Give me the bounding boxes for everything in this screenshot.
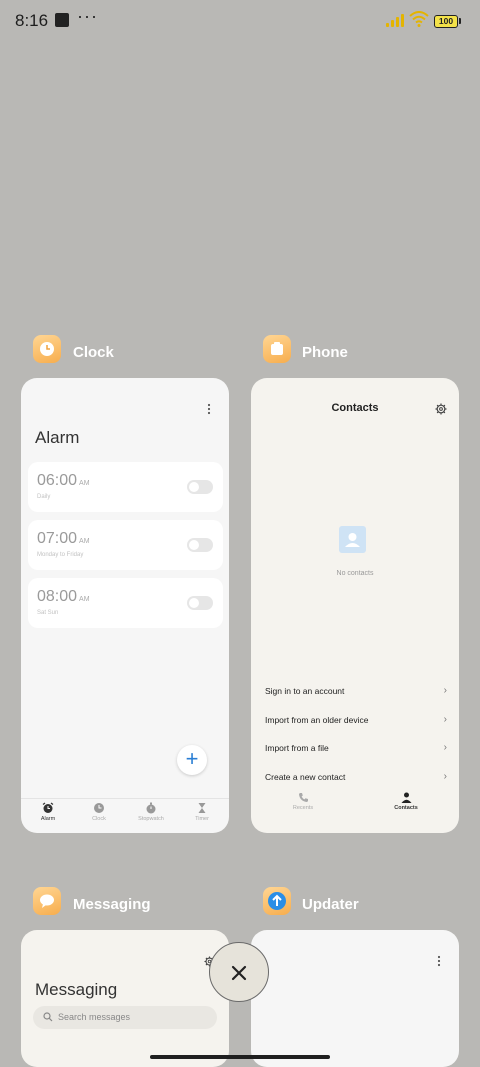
messaging-app-name: Messaging bbox=[73, 896, 151, 913]
search-icon bbox=[43, 1012, 53, 1022]
add-alarm-button[interactable]: + bbox=[177, 745, 207, 775]
stopwatch-icon bbox=[146, 802, 156, 814]
person-icon bbox=[401, 792, 411, 803]
nav-timer-label: Timer bbox=[195, 816, 209, 822]
chevron-right-icon: › bbox=[443, 714, 447, 725]
nav-stopwatch[interactable]: Stopwatch bbox=[131, 802, 171, 822]
chevron-right-icon: › bbox=[443, 685, 447, 696]
alarm-repeat: Sat Sun bbox=[37, 610, 59, 616]
nav-clock-label: Clock bbox=[92, 816, 106, 822]
contacts-title: Contacts bbox=[331, 402, 379, 414]
alarm-repeat: Monday to Friday bbox=[37, 552, 84, 558]
battery-icon: 100 bbox=[434, 15, 458, 28]
search-placeholder: Search messages bbox=[58, 1012, 131, 1022]
create-contact-link[interactable]: Create a new contact › bbox=[265, 771, 447, 788]
updater-app-icon[interactable] bbox=[263, 887, 291, 915]
battery-tip bbox=[459, 18, 461, 24]
import-older-device-link[interactable]: Import from an older device › bbox=[265, 714, 447, 731]
alarm-row[interactable]: 06:00 AM Daily bbox=[28, 462, 223, 512]
alarm-row[interactable]: 08:00 AM Sat Sun bbox=[28, 578, 223, 628]
alarm-ampm: AM bbox=[79, 596, 90, 603]
no-contacts-text: No contacts bbox=[336, 570, 374, 577]
phone-app-name: Phone bbox=[302, 344, 348, 361]
search-messages-input[interactable]: Search messages bbox=[33, 1006, 217, 1029]
plus-icon: + bbox=[185, 746, 199, 771]
nav-timer[interactable]: Timer bbox=[182, 802, 222, 822]
tab-recents[interactable]: Recents bbox=[273, 792, 333, 811]
phone-call-icon bbox=[298, 793, 308, 802]
messaging-recent-card[interactable]: Messaging Search messages bbox=[21, 930, 229, 1067]
alarm-toggle[interactable] bbox=[187, 538, 213, 552]
link-label: Import from a file bbox=[265, 743, 329, 753]
more-options-icon[interactable] bbox=[207, 402, 211, 420]
messaging-title: Messaging bbox=[35, 980, 118, 999]
alarm-toggle[interactable] bbox=[187, 596, 213, 610]
messaging-app-icon[interactable] bbox=[33, 887, 61, 915]
settings-gear-icon[interactable] bbox=[435, 402, 447, 420]
clock-app-icon[interactable] bbox=[33, 335, 61, 363]
clock-recent-card[interactable]: Alarm 06:00 AM Daily 07:00 AM Monday to Fr… bbox=[21, 378, 229, 833]
alarm-time: 06:00 bbox=[37, 472, 78, 489]
chevron-right-icon: › bbox=[443, 771, 447, 782]
alarm-ampm: AM bbox=[79, 480, 90, 487]
updater-app-name: Updater bbox=[302, 896, 359, 913]
phone-recent-card[interactable]: Contacts No contacts Sign in to an accou… bbox=[251, 378, 459, 833]
close-icon bbox=[231, 965, 247, 981]
status-time: 8:16 bbox=[15, 11, 49, 30]
more-notifications-icon: ··· bbox=[77, 6, 98, 26]
alarm-repeat: Daily bbox=[37, 494, 51, 500]
wifi-icon bbox=[409, 11, 429, 27]
link-label: Create a new contact bbox=[265, 772, 346, 782]
gesture-navigation-bar[interactable] bbox=[150, 1055, 330, 1059]
sign-in-account-link[interactable]: Sign in to an account › bbox=[265, 685, 447, 702]
notification-icon bbox=[55, 13, 69, 27]
alarm-ampm: AM bbox=[79, 538, 90, 545]
alarm-time: 08:00 bbox=[37, 588, 78, 605]
contact-placeholder-icon bbox=[339, 526, 366, 553]
tab-contacts-label: Contacts bbox=[394, 805, 418, 811]
chevron-right-icon: › bbox=[443, 742, 447, 753]
alarm-icon bbox=[42, 802, 54, 813]
phone-app-icon[interactable] bbox=[263, 335, 291, 363]
tab-contacts[interactable]: Contacts bbox=[376, 792, 436, 811]
clock-icon bbox=[94, 803, 104, 813]
nav-stopwatch-label: Stopwatch bbox=[138, 816, 164, 822]
alarm-title: Alarm bbox=[35, 428, 80, 447]
signal-icon bbox=[386, 13, 406, 27]
updater-recent-card[interactable] bbox=[251, 930, 459, 1067]
link-label: Import from an older device bbox=[265, 715, 369, 725]
alarm-time: 07:00 bbox=[37, 530, 78, 547]
nav-alarm[interactable]: Alarm bbox=[28, 802, 68, 822]
import-from-file-link[interactable]: Import from a file › bbox=[265, 742, 447, 759]
bottom-nav-divider bbox=[21, 798, 229, 799]
more-options-icon[interactable] bbox=[437, 954, 441, 972]
hourglass-icon bbox=[198, 803, 206, 813]
clock-app-name: Clock bbox=[73, 344, 114, 361]
clear-all-button[interactable] bbox=[209, 942, 269, 1002]
alarm-row[interactable]: 07:00 AM Monday to Friday bbox=[28, 520, 223, 570]
nav-clock[interactable]: Clock bbox=[79, 802, 119, 822]
tab-recents-label: Recents bbox=[292, 805, 314, 811]
alarm-toggle[interactable] bbox=[187, 480, 213, 494]
link-label: Sign in to an account bbox=[265, 686, 345, 696]
nav-alarm-label: Alarm bbox=[40, 816, 56, 822]
